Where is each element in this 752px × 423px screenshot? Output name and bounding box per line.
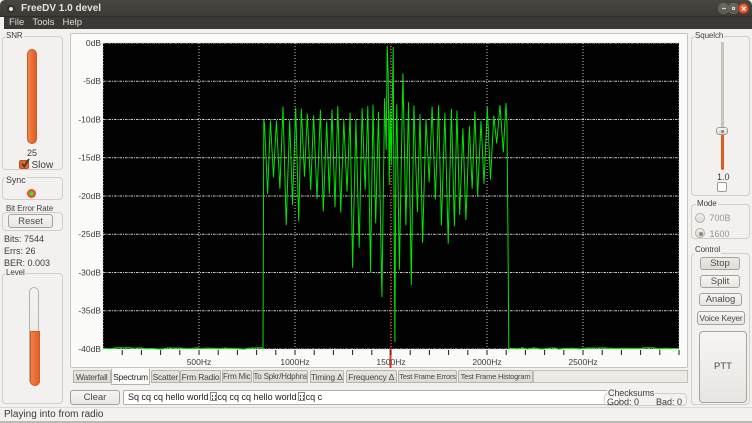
svg-text:2000Hz: 2000Hz (472, 357, 501, 367)
svg-text:2500Hz: 2500Hz (568, 357, 597, 367)
svg-text:-15dB: -15dB (78, 153, 101, 163)
svg-text:-40dB: -40dB (78, 344, 101, 354)
svg-text:1500Hz: 1500Hz (376, 357, 405, 367)
svg-text:-35dB: -35dB (78, 306, 101, 316)
svg-text:0dB: 0dB (86, 38, 101, 48)
svg-text:-25dB: -25dB (78, 229, 101, 239)
svg-text:500Hz: 500Hz (187, 357, 212, 367)
svg-text:-5dB: -5dB (83, 76, 101, 86)
svg-text:-30dB: -30dB (78, 267, 101, 277)
svg-text:1000Hz: 1000Hz (280, 357, 309, 367)
svg-text:-20dB: -20dB (78, 191, 101, 201)
svg-text:-10dB: -10dB (78, 114, 101, 124)
